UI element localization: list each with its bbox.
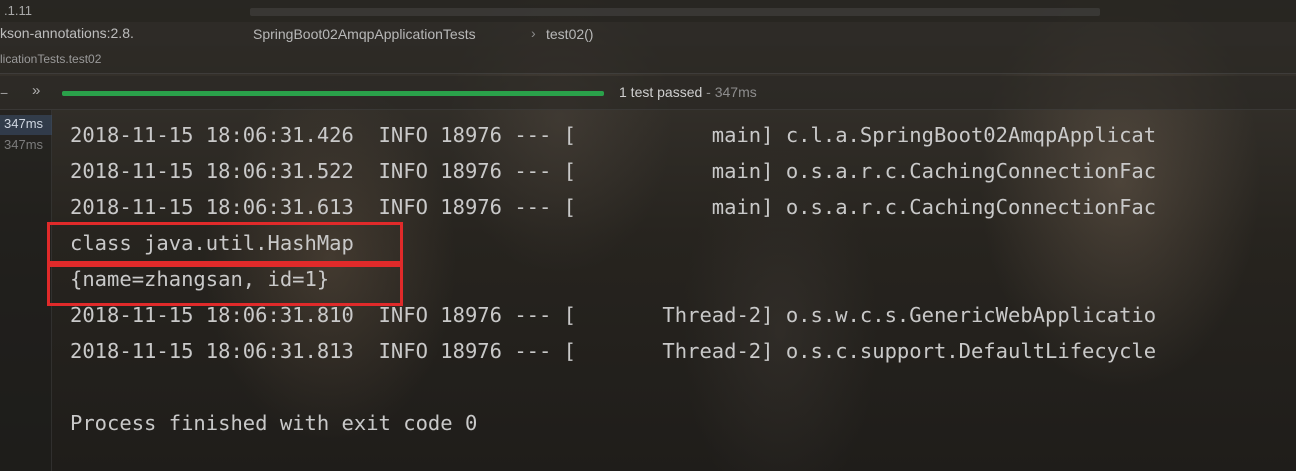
expand-more-icon[interactable]: » [32, 82, 40, 99]
console-line: 2018-11-15 18:06:31.426 INFO 18976 --- [… [70, 123, 1157, 147]
test-progress-bar [62, 91, 604, 96]
console-line: 2018-11-15 18:06:31.522 INFO 18976 --- [… [70, 159, 1157, 183]
editor-scroll-hint [250, 8, 1100, 16]
navigation-bar: kson-annotations:2.8. SpringBoot02AmqpAp… [0, 22, 1296, 46]
collapse-icon[interactable]: − [0, 85, 8, 101]
console-line: 2018-11-15 18:06:31.813 INFO 18976 --- [… [70, 339, 1157, 363]
test-tree-panel [0, 110, 52, 471]
highlight-box-map [47, 264, 403, 306]
breadcrumb-class[interactable]: SpringBoot02AmqpApplicationTests [253, 26, 476, 42]
version-label: .1.11 [4, 3, 32, 18]
breadcrumb-separator: › [531, 25, 536, 41]
breadcrumb-method[interactable]: test02() [546, 26, 593, 42]
test-tree-item-selected-time[interactable]: 347ms [0, 115, 52, 135]
run-config-tab[interactable]: licationTests.test02 [0, 52, 101, 66]
test-status-duration: - 347ms [702, 84, 757, 100]
console-line-exit: Process finished with exit code 0 [70, 411, 478, 435]
library-tab[interactable]: kson-annotations:2.8. [0, 25, 134, 41]
test-runner-toolbar: − » 1 test passed - 347ms [0, 76, 1296, 110]
run-tab-bar: licationTests.test02 [0, 46, 1296, 74]
test-status: 1 test passed - 347ms [619, 84, 757, 100]
console-line: 2018-11-15 18:06:31.613 INFO 18976 --- [… [70, 195, 1157, 219]
highlight-box-class [47, 222, 403, 264]
test-status-text: 1 test passed [619, 84, 703, 100]
test-progress-fill [62, 91, 604, 96]
test-tree-item-time[interactable]: 347ms [0, 137, 52, 152]
editor-top-strip: .1.11 [0, 0, 1296, 22]
